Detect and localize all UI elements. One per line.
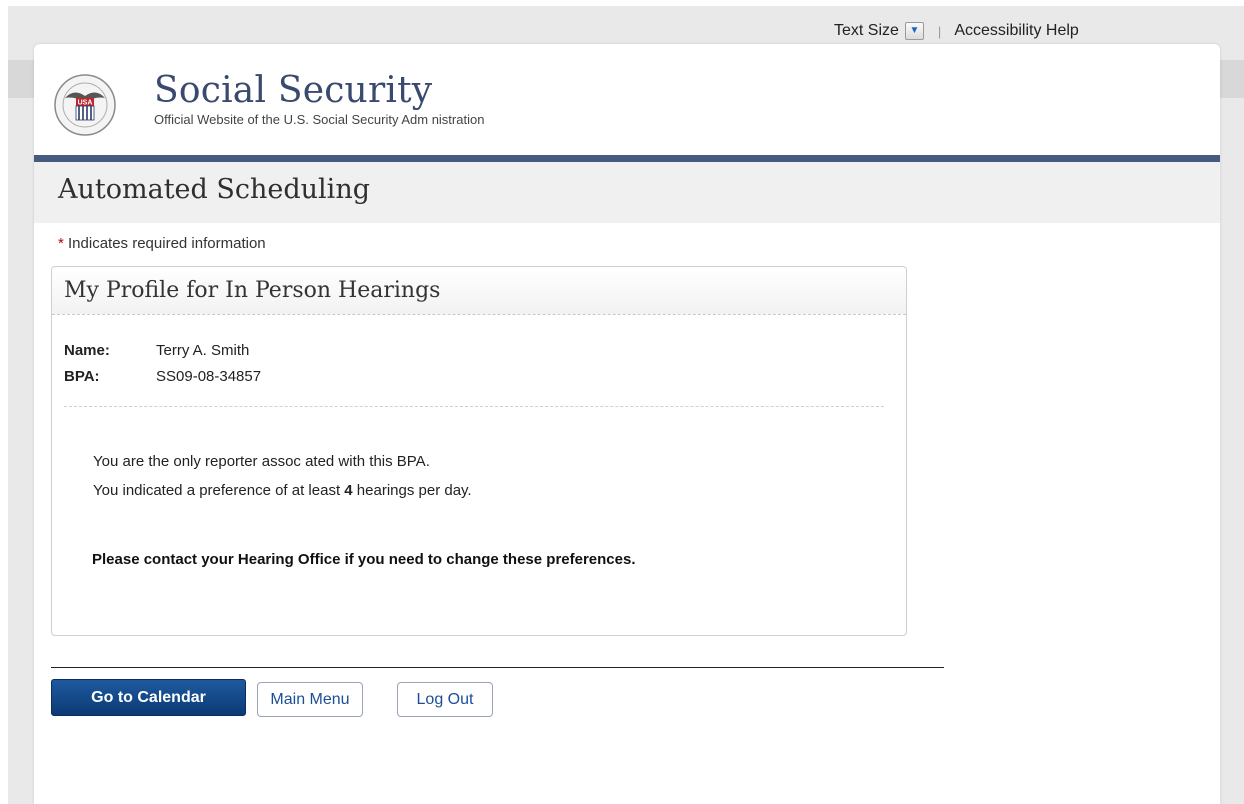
name-value: Terry A. Smith — [156, 342, 250, 359]
accessibility-help-link[interactable]: Accessibility Help — [954, 22, 1078, 40]
ssa-seal-logo: USA — [54, 74, 116, 136]
bpa-row: BPA: SS09-08-34857 — [64, 368, 261, 385]
reporter-message: You are the only reporter assoc ated wit… — [93, 453, 430, 470]
utility-bar: Text Size ▼ | Accessibility Help — [834, 20, 1079, 42]
log-out-button[interactable]: Log Out — [397, 682, 493, 717]
text-size-dropdown-button[interactable]: ▼ — [904, 22, 924, 40]
profile-panel-title: My Profile for In Person Hearings — [64, 278, 441, 303]
bpa-value: SS09-08-34857 — [156, 368, 262, 385]
bpa-label: BPA: — [64, 368, 100, 385]
preference-count: 4 — [344, 482, 353, 499]
site-subtitle: Official Website of the U.S. Social Secu… — [154, 112, 485, 127]
profile-divider — [64, 406, 884, 407]
name-label: Name: — [64, 342, 110, 359]
preference-text-end: hearings per day. — [352, 482, 472, 499]
required-note-text: Indicates required information — [68, 235, 266, 252]
main-menu-button[interactable]: Main Menu — [257, 682, 363, 717]
main-container: USA Social Security Official Website of … — [34, 44, 1220, 804]
preference-text-start: You indicated a preference of at least — [93, 482, 345, 499]
name-row: Name: Terry A. Smith — [64, 342, 249, 359]
actions-divider — [51, 667, 944, 668]
required-asterisk: * — [58, 235, 64, 252]
profile-panel: My Profile for In Person Hearings Name: T… — [51, 266, 907, 636]
go-to-calendar-button[interactable]: Go to Calendar — [51, 679, 246, 716]
chevron-down-icon: ▼ — [909, 25, 920, 36]
text-size-label: Text Size — [834, 22, 899, 39]
svg-text:USA: USA — [78, 100, 93, 107]
required-info-note: * Indicates required information — [58, 235, 266, 252]
utility-divider: | — [937, 23, 942, 39]
contact-note: Please contact your Hearing Office if yo… — [92, 551, 636, 568]
preference-message: You indicated a preference of at least 4… — [93, 482, 472, 499]
site-title: Social Security — [154, 70, 433, 111]
app-title: Automated Scheduling — [58, 174, 370, 205]
header-divider — [34, 155, 1220, 162]
